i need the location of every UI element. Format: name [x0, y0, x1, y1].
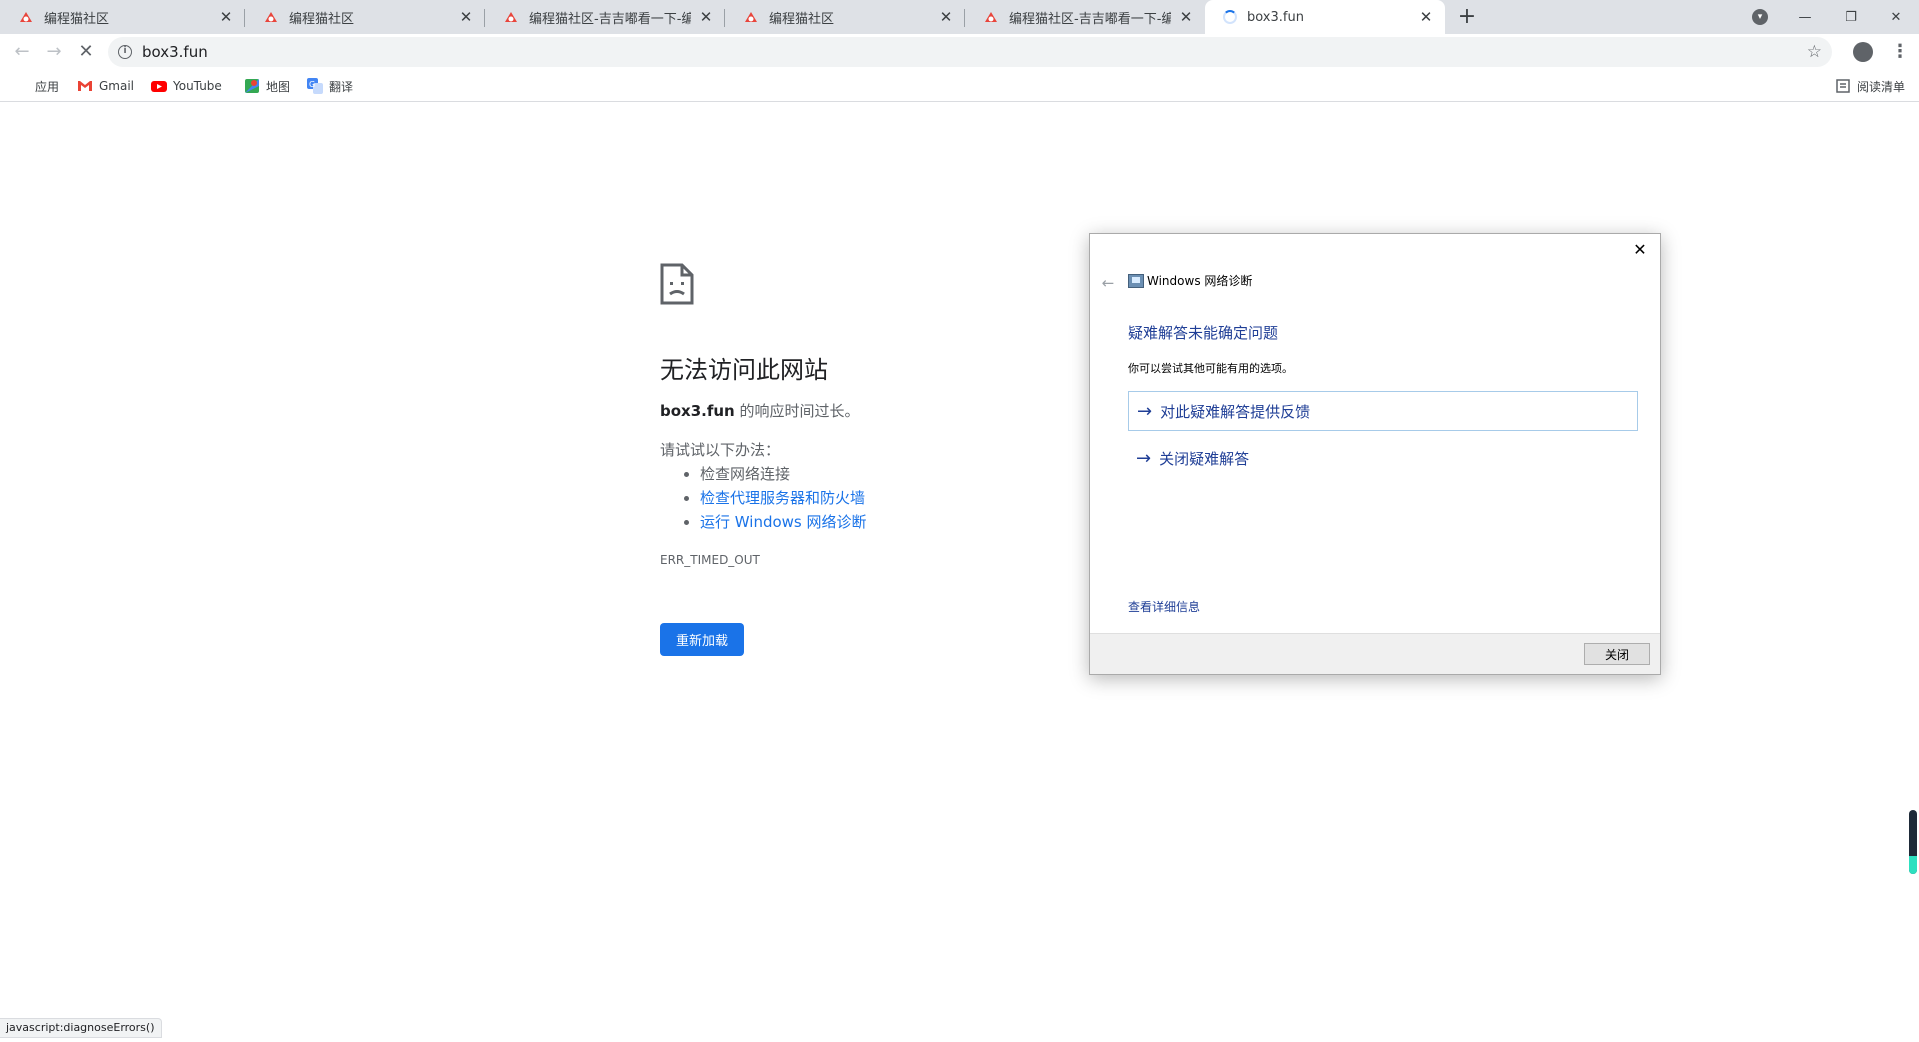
error-summary: box3.fun 的响应时间过长。	[660, 400, 860, 421]
close-tab-icon[interactable]: ✕	[937, 8, 955, 26]
bookmark-label: 地图	[266, 79, 291, 94]
arrow-right-icon: →	[1136, 447, 1152, 469]
scroll-widget-fill	[1909, 856, 1917, 874]
suggestion-check-proxy-link[interactable]: 检查代理服务器和防火墙	[700, 489, 865, 507]
bookmark-apps[interactable]: 应用	[13, 77, 59, 95]
bookmark-label: 翻译	[329, 79, 354, 94]
restore-icon[interactable]: ❐	[1828, 0, 1874, 34]
error-host: box3.fun	[660, 402, 735, 420]
youtube-icon	[151, 81, 167, 92]
url-text[interactable]: box3.fun	[142, 43, 1807, 61]
bookmark-label: YouTube	[173, 79, 222, 93]
bookmark-star-icon[interactable]: ☆	[1807, 42, 1822, 62]
close-tab-icon[interactable]: ✕	[1417, 8, 1435, 26]
tab-2[interactable]: 编程猫社区 ✕	[245, 0, 485, 34]
bookmarks-bar: 应用 Gmail YouTube 地图 G 翻译 阅读清单	[0, 70, 1919, 102]
tab-1[interactable]: 编程猫社区 ✕	[0, 0, 245, 34]
tab-title: 编程猫社区	[44, 11, 110, 27]
codemao-icon	[20, 12, 32, 22]
side-scroll-widget[interactable]	[1909, 810, 1917, 874]
minimize-icon[interactable]: —	[1782, 0, 1828, 34]
tab-search-icon[interactable]: ▾	[1752, 9, 1768, 25]
option-label: 对此疑难解答提供反馈	[1160, 402, 1311, 421]
apps-grid-icon	[13, 78, 29, 94]
toolbar: ← → ✕ i box3.fun ☆ ⋮	[0, 34, 1919, 70]
bookmark-translate[interactable]: G 翻译	[307, 77, 353, 95]
site-info-icon[interactable]: i	[118, 45, 132, 59]
bookmark-maps[interactable]: 地图	[244, 77, 290, 95]
forward-icon[interactable]: →	[40, 38, 68, 66]
reading-list-icon	[1836, 79, 1850, 93]
tab-5[interactable]: 编程猫社区-吉吉嘟看一下-编程猫 ✕	[965, 0, 1205, 34]
try-label: 请试试以下办法：	[660, 441, 781, 459]
address-bar[interactable]: i box3.fun ☆	[108, 37, 1832, 67]
tab-title: 编程猫社区-吉吉嘟看一下-编程猫	[1009, 11, 1171, 27]
tab-3[interactable]: 编程猫社区-吉吉嘟看一下-编程猫 ✕	[485, 0, 725, 34]
codemao-icon	[985, 12, 997, 22]
suggestion-item: 运行 Windows 网络诊断	[700, 510, 867, 534]
network-diagnostics-icon	[1128, 274, 1144, 288]
gmail-icon	[78, 81, 92, 91]
dialog-heading: 疑难解答未能确定问题	[1128, 324, 1279, 342]
profile-avatar-icon[interactable]	[1853, 42, 1873, 62]
sad-page-icon	[660, 263, 694, 305]
network-diagnostics-dialog: ✕ ← Windows 网络诊断 疑难解答未能确定问题 你可以尝试其他可能有用的…	[1089, 233, 1661, 675]
close-tab-icon[interactable]: ✕	[217, 8, 235, 26]
codemao-icon	[265, 12, 277, 22]
tab-title: 编程猫社区	[289, 11, 355, 27]
stop-loading-icon[interactable]: ✕	[72, 38, 100, 66]
tab-title: box3.fun	[1247, 9, 1304, 25]
suggestion-diagnose-link[interactable]: 运行 Windows 网络诊断	[700, 513, 867, 531]
suggestion-check-connection: 检查网络连接	[700, 462, 867, 486]
suggestion-item: 检查代理服务器和防火墙	[700, 486, 867, 510]
bookmark-gmail[interactable]: Gmail	[77, 77, 134, 95]
reading-list-label: 阅读清单	[1857, 79, 1906, 94]
dialog-close-button[interactable]: 关闭	[1584, 643, 1650, 665]
bookmark-youtube[interactable]: YouTube	[151, 77, 222, 95]
dialog-text: 你可以尝试其他可能有用的选项。	[1128, 362, 1293, 375]
close-tab-icon[interactable]: ✕	[457, 8, 475, 26]
error-summary-text: 的响应时间过长。	[734, 402, 860, 420]
arrow-right-icon: →	[1137, 400, 1153, 422]
tab-active[interactable]: box3.fun ✕	[1205, 0, 1445, 34]
option-label: 关闭疑难解答	[1159, 449, 1250, 468]
error-title: 无法访问此网站	[660, 356, 828, 384]
tab-4[interactable]: 编程猫社区 ✕	[725, 0, 965, 34]
dialog-close-icon[interactable]: ✕	[1628, 238, 1652, 262]
tab-title: 编程猫社区-吉吉嘟看一下-编程猫	[529, 11, 691, 27]
close-tab-icon[interactable]: ✕	[697, 8, 715, 26]
dialog-app-title: Windows 网络诊断	[1147, 274, 1253, 288]
status-bar: javascript:diagnoseErrors()	[0, 1018, 162, 1038]
svg-text:G: G	[309, 80, 315, 89]
window-close-icon[interactable]: ✕	[1873, 0, 1919, 34]
tab-strip: 编程猫社区 ✕ 编程猫社区 ✕ 编程猫社区-吉吉嘟看一下-编程猫 ✕ 编程猫社区…	[0, 0, 1919, 34]
reading-list[interactable]: 阅读清单	[1835, 77, 1905, 95]
codemao-icon	[745, 12, 757, 22]
view-details-link[interactable]: 查看详细信息	[1128, 598, 1200, 615]
codemao-icon	[505, 12, 517, 22]
bookmark-label: 应用	[35, 79, 60, 94]
dialog-back-icon[interactable]: ←	[1096, 271, 1120, 295]
loading-spinner-icon	[1223, 10, 1237, 24]
close-troubleshooter-option[interactable]: → 关闭疑难解答	[1128, 438, 1638, 478]
error-code: ERR_TIMED_OUT	[660, 553, 760, 567]
reload-button[interactable]: 重新加载	[660, 623, 744, 656]
tab-title: 编程猫社区	[769, 11, 835, 27]
suggestions-list: 检查网络连接 检查代理服务器和防火墙 运行 Windows 网络诊断	[682, 462, 867, 534]
close-tab-icon[interactable]: ✕	[1177, 8, 1195, 26]
back-icon[interactable]: ←	[8, 38, 36, 66]
translate-icon: G	[307, 78, 323, 94]
maps-icon	[245, 79, 259, 93]
more-menu-icon[interactable]: ⋮	[1891, 38, 1909, 66]
bookmark-label: Gmail	[99, 79, 135, 93]
feedback-option[interactable]: → 对此疑难解答提供反馈	[1128, 391, 1638, 431]
dialog-footer: 关闭	[1090, 633, 1660, 674]
new-tab-button[interactable]: +	[1454, 4, 1480, 30]
